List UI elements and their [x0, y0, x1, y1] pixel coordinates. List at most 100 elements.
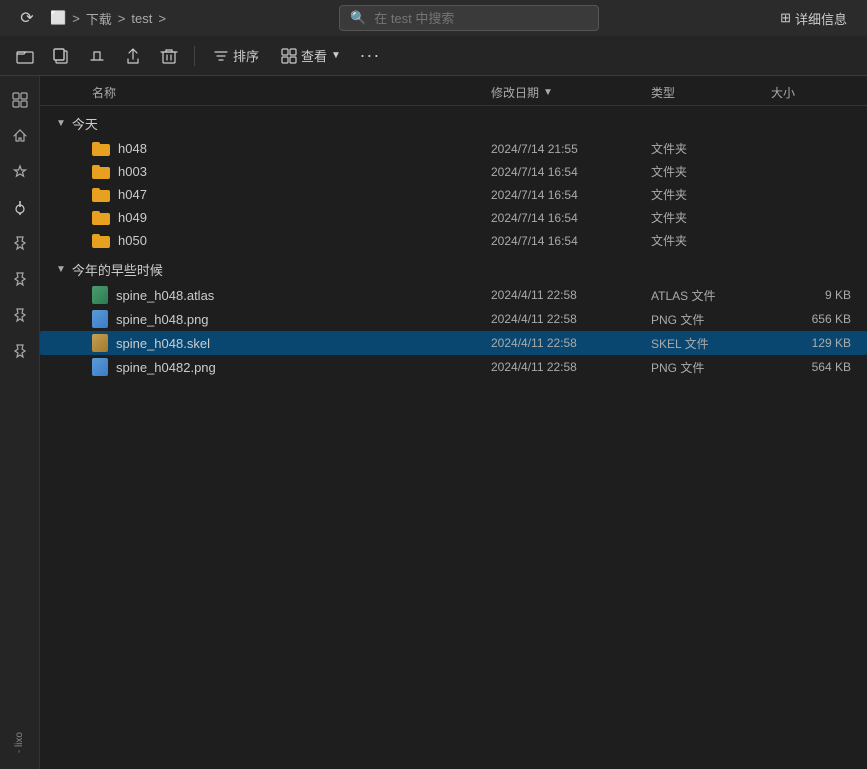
file-name-h047: h047 — [118, 187, 147, 202]
folder-icon-h003 — [92, 165, 110, 179]
view-button[interactable]: 查看 ▼ — [273, 42, 349, 70]
column-headers: 名称 修改日期 ▼ 类型 大小 — [40, 80, 867, 106]
search-area: 🔍 — [174, 5, 764, 31]
file-size-png2: 564 KB — [771, 360, 851, 374]
sidebar-user-label: - lixo — [14, 732, 25, 753]
col-header-size[interactable]: 大小 — [771, 84, 851, 101]
file-type-atlas: ATLAS 文件 — [651, 287, 771, 304]
file-type-png2: PNG 文件 — [651, 359, 771, 376]
toolbar-separator-1 — [194, 46, 195, 66]
file-name-cell-png2: spine_h0482.png — [92, 358, 491, 376]
col-header-type[interactable]: 类型 — [651, 84, 771, 101]
file-name-cell-h048: h048 — [92, 141, 491, 156]
file-size-atlas: 9 KB — [771, 288, 851, 302]
sidebar-icon-pin-1[interactable] — [4, 156, 36, 188]
col-header-name[interactable]: 名称 — [92, 84, 491, 101]
title-bar: ⟳ ⬜ > 下载 > test > 🔍 ⊞ 详细信息 — [0, 0, 867, 36]
file-date-h048: 2024/7/14 21:55 — [491, 142, 651, 156]
copy-button[interactable] — [46, 41, 76, 71]
file-row-skel[interactable]: spine_h048.skel 2024/4/11 22:58 SKEL 文件 … — [40, 331, 867, 355]
sidebar: - lixo — [0, 76, 40, 769]
file-date-png1: 2024/4/11 22:58 — [491, 312, 651, 326]
file-date-png2: 2024/4/11 22:58 — [491, 360, 651, 374]
section-earlier-chevron: ▼ — [56, 264, 66, 275]
folder-icon-h048 — [92, 142, 110, 156]
file-size-skel: 129 KB — [771, 336, 851, 350]
file-name-h049: h049 — [118, 210, 147, 225]
file-type-h050: 文件夹 — [651, 232, 771, 249]
breadcrumb-chevron-2: > — [118, 11, 126, 26]
sort-label: 排序 — [233, 46, 259, 65]
file-name-h003: h003 — [118, 164, 147, 179]
file-name-png2: spine_h0482.png — [116, 360, 216, 375]
breadcrumb-chevron-3: > — [158, 11, 166, 26]
png2-file-icon — [92, 358, 108, 376]
file-row-h047[interactable]: h047 2024/7/14 16:54 文件夹 — [40, 183, 867, 206]
section-earlier-label: 今年的早些时候 — [72, 260, 163, 279]
sidebar-icon-pin-5[interactable] — [4, 300, 36, 332]
search-icon: 🔍 — [350, 10, 366, 26]
toolbar: 排序 查看 ▼ ··· — [0, 36, 867, 76]
sidebar-icon-pin-6[interactable] — [4, 336, 36, 368]
sidebar-icon-home[interactable] — [4, 120, 36, 152]
file-list[interactable]: 名称 修改日期 ▼ 类型 大小 ▼ 今天 h048 2024/7/14 21 — [40, 76, 867, 769]
file-size-png1: 656 KB — [771, 312, 851, 326]
file-name-cell-png1: spine_h048.png — [92, 310, 491, 328]
delete-button[interactable] — [154, 41, 184, 71]
details-icon: ⊞ — [780, 10, 791, 26]
file-date-h047: 2024/7/14 16:54 — [491, 188, 651, 202]
folder-icon-h050 — [92, 234, 110, 248]
file-name-h048: h048 — [118, 141, 147, 156]
breadcrumb-chevron-1: > — [72, 11, 80, 26]
file-type-h048: 文件夹 — [651, 140, 771, 157]
file-row-h003[interactable]: h003 2024/7/14 16:54 文件夹 — [40, 160, 867, 183]
refresh-button[interactable]: ⟳ — [12, 3, 42, 33]
breadcrumb-test[interactable]: test — [131, 11, 152, 26]
file-row-h048[interactable]: h048 2024/7/14 21:55 文件夹 — [40, 137, 867, 160]
file-date-h003: 2024/7/14 16:54 — [491, 165, 651, 179]
file-date-h050: 2024/7/14 16:54 — [491, 234, 651, 248]
file-name-cell-h047: h047 — [92, 187, 491, 202]
col-header-date[interactable]: 修改日期 ▼ — [491, 84, 651, 101]
rename-button[interactable] — [82, 41, 112, 71]
file-date-atlas: 2024/4/11 22:58 — [491, 288, 651, 302]
search-input[interactable] — [374, 11, 588, 26]
sort-button[interactable]: 排序 — [205, 42, 267, 70]
section-today-label: 今天 — [72, 114, 98, 133]
file-name-cell-skel: spine_h048.skel — [92, 334, 491, 352]
section-today-chevron: ▼ — [56, 118, 66, 129]
breadcrumb-download[interactable]: 下载 — [86, 9, 112, 28]
details-button-group: ⊞ 详细信息 — [772, 4, 855, 32]
folder-icon-h047 — [92, 188, 110, 202]
sidebar-icon-grid[interactable] — [4, 84, 36, 116]
section-earlier-header[interactable]: ▼ 今年的早些时候 — [40, 252, 867, 283]
details-button[interactable]: ⊞ 详细信息 — [772, 4, 855, 32]
folder-icon-h049 — [92, 211, 110, 225]
share-button[interactable] — [118, 41, 148, 71]
file-type-skel: SKEL 文件 — [651, 335, 771, 352]
more-button[interactable]: ··· — [355, 41, 385, 71]
file-row-png1[interactable]: spine_h048.png 2024/4/11 22:58 PNG 文件 65… — [40, 307, 867, 331]
file-name-h050: h050 — [118, 233, 147, 248]
new-folder-button[interactable] — [10, 41, 40, 71]
sidebar-icon-pin-2[interactable] — [4, 192, 36, 224]
file-row-h050[interactable]: h050 2024/7/14 16:54 文件夹 — [40, 229, 867, 252]
file-row-png2[interactable]: spine_h0482.png 2024/4/11 22:58 PNG 文件 5… — [40, 355, 867, 379]
sort-desc-icon: ▼ — [543, 87, 553, 98]
breadcrumb-monitor-icon: ⬜ — [50, 10, 66, 26]
sidebar-icon-pin-3[interactable] — [4, 228, 36, 260]
file-type-h049: 文件夹 — [651, 209, 771, 226]
file-row-h049[interactable]: h049 2024/7/14 16:54 文件夹 — [40, 206, 867, 229]
atlas-file-icon — [92, 286, 108, 304]
file-name-cell-h049: h049 — [92, 210, 491, 225]
file-row-atlas[interactable]: spine_h048.atlas 2024/4/11 22:58 ATLAS 文… — [40, 283, 867, 307]
main-area: - lixo 名称 修改日期 ▼ 类型 大小 ▼ 今天 — [0, 76, 867, 769]
section-today-header[interactable]: ▼ 今天 — [40, 106, 867, 137]
file-name-png1: spine_h048.png — [116, 312, 209, 327]
sidebar-icon-pin-4[interactable] — [4, 264, 36, 296]
more-icon: ··· — [359, 45, 380, 66]
skel-file-icon — [92, 334, 108, 352]
file-date-h049: 2024/7/14 16:54 — [491, 211, 651, 225]
search-box[interactable]: 🔍 — [339, 5, 599, 31]
file-date-skel: 2024/4/11 22:58 — [491, 336, 651, 350]
